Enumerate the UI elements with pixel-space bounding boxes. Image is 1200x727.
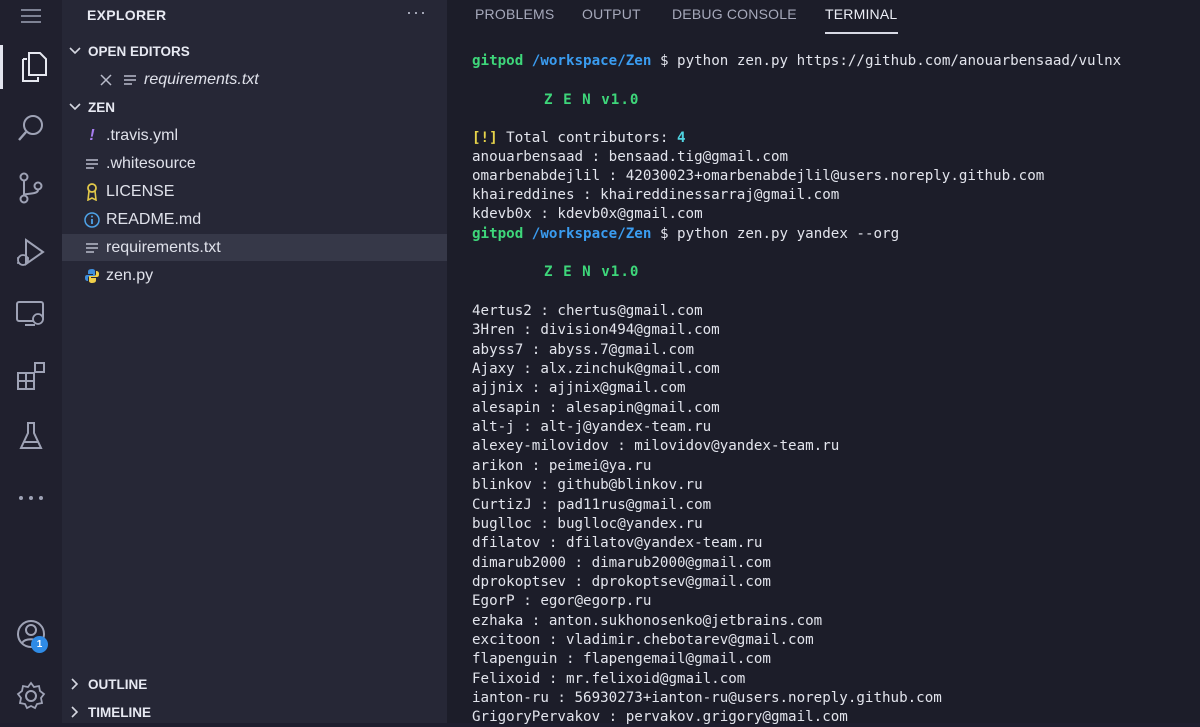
prompt-path: /workspace/Zen [531,226,652,242]
file-item[interactable]: .whitesource [62,150,447,177]
yaml-file-icon: ! [89,126,95,144]
prompt-path: /workspace/Zen [531,53,652,69]
run-debug-icon[interactable] [0,230,62,274]
extensions-icon[interactable] [0,354,62,398]
output-line: Ajaxy : alx.zinchuk@gmail.com [472,361,720,378]
command-text: python zen.py https://github.com/anouarb… [677,53,1122,69]
file-name: zen.py [106,266,154,284]
bottom-panel: PROBLEMS OUTPUT DEBUG CONSOLE TERMINAL g… [447,0,1200,725]
explorer-icon[interactable] [0,45,65,89]
file-name: requirements.txt [106,238,221,256]
zen-banner: Z E N v1.0 [544,92,640,108]
file-name: .travis.yml [106,126,178,144]
menu-icon[interactable] [0,0,62,38]
source-control-icon[interactable] [0,166,62,210]
more-views-icon[interactable] [0,476,62,520]
search-icon[interactable] [0,106,62,150]
output-line: ajjnix : ajjnix@gmail.com [472,380,686,397]
file-item[interactable]: zen.py [62,262,447,289]
testing-icon[interactable] [0,414,62,458]
output-line: Felixoid : mr.felixoid@gmail.com [472,670,746,687]
output-line: dprokoptsev : dprokoptsev@gmail.com [472,573,771,590]
output-line: alt-j : alt-j@yandex-team.ru [472,419,712,436]
explorer-title: EXPLORER [87,7,167,23]
python-file-icon [82,268,102,284]
tab-output[interactable]: OUTPUT [582,6,641,22]
chevron-right-icon [62,678,88,690]
output-line: arikon : peimei@ya.ru [472,457,652,474]
notification-badge: 1 [31,636,48,653]
output-line: ianton-ru : 56930273+ianton-ru@users.nor… [472,690,942,706]
more-actions-button[interactable]: ··· [406,2,427,23]
prompt-user: gitpod [472,53,524,69]
text-file-icon [82,242,102,254]
file-item[interactable]: README.md [62,206,447,233]
chevron-down-icon [62,103,88,111]
file-name: README.md [106,210,202,228]
text-file-icon [120,74,140,86]
remote-explorer-icon[interactable] [0,292,62,336]
folder-label: ZEN [88,99,115,115]
active-tab-indicator [825,32,898,34]
contributors-count: 4 [677,130,686,146]
output-line: abyss7 : abyss.7@gmail.com [472,341,695,358]
output-line: excitoon : vladimir.chebotarev@gmail.com [472,631,814,648]
outline-header[interactable]: OUTLINE [62,671,447,697]
output-line: GrigoryPervakov : pervakov.grigory@gmail… [472,709,848,726]
terminal-output[interactable]: gitpod /workspace/Zen $ python zen.py ht… [472,52,1121,725]
warning-mark: [!] [472,130,498,146]
explorer-sidebar: EXPLORER ··· OPEN EDITORS requirements.t… [62,0,447,723]
chevron-right-icon [62,706,88,718]
timeline-header[interactable]: TIMELINE [62,699,447,725]
output-line: dfilatov : dfilatov@yandex-team.ru [472,535,763,552]
output-line: alesapin : alesapin@gmail.com [472,399,720,416]
output-line: alexey-milovidov : milovidov@yandex-team… [472,438,840,455]
output-line: buglloc : buglloc@yandex.ru [472,515,703,532]
file-item[interactable]: LICENSE [62,178,447,205]
contributors-line: [!] Total contributors: 4 [472,129,686,148]
file-name: .whitesource [106,154,196,172]
output-line: khaireddines : khaireddinessarraj@gmail.… [472,187,840,203]
tab-problems[interactable]: PROBLEMS [475,6,554,22]
accounts-icon[interactable]: 1 [0,612,62,656]
open-editor-filename: requirements.txt [144,70,259,88]
prompt-line: gitpod /workspace/Zen $ python zen.py ya… [472,225,899,244]
output-line: EgorP : egor@egorp.ru [472,593,652,610]
output-line: omarbenabdejlil : 42030023+omarbenabdejl… [472,168,1045,184]
output-line: dimarub2000 : dimarub2000@gmail.com [472,554,771,571]
close-icon[interactable] [96,73,116,86]
license-icon [82,182,102,201]
open-editors-label: OPEN EDITORS [88,43,190,59]
outline-label: OUTLINE [88,676,148,692]
output-line: 4ertus2 : chertus@gmail.com [472,303,703,319]
file-item[interactable]: ! .travis.yml [62,122,447,149]
zen-folder-header[interactable]: ZEN [62,94,447,120]
output-line: blinkov : github@blinkov.ru [472,477,703,494]
activity-bar: 1 [0,0,62,723]
contributors-label: Total contributors: [506,130,669,146]
prompt-line: gitpod /workspace/Zen $ python zen.py ht… [472,52,1121,71]
text-file-icon [82,158,102,170]
tab-debug-console[interactable]: DEBUG CONSOLE [672,6,797,22]
output-line: ezhaka : anton.sukhonosenko@jetbrains.co… [472,612,823,629]
command-text: python zen.py yandex --org [677,226,900,242]
output-line: flapenguin : flapengemail@gmail.com [472,651,771,668]
prompt-symbol: $ [659,53,669,69]
output-line: 3Hren : division494@gmail.com [472,322,720,339]
tab-terminal[interactable]: TERMINAL [825,6,897,22]
file-item-selected[interactable]: requirements.txt [62,234,447,261]
prompt-user: gitpod [472,226,524,242]
open-editors-header[interactable]: OPEN EDITORS [62,38,447,64]
timeline-label: TIMELINE [88,704,151,720]
output-line: kdevb0x : kdevb0x@gmail.com [472,206,703,222]
zen-banner: Z E N v1.0 [544,264,640,280]
chevron-down-icon [62,47,88,55]
output-line: anouarbensaad : bensaad.tig@gmail.com [472,149,789,165]
prompt-symbol: $ [659,226,669,242]
output-line: CurtizJ : pad11rus@gmail.com [472,496,712,513]
open-editor-item[interactable]: requirements.txt [62,66,447,93]
settings-gear-icon[interactable] [0,674,62,718]
file-name: LICENSE [106,182,175,200]
info-icon [82,211,102,228]
